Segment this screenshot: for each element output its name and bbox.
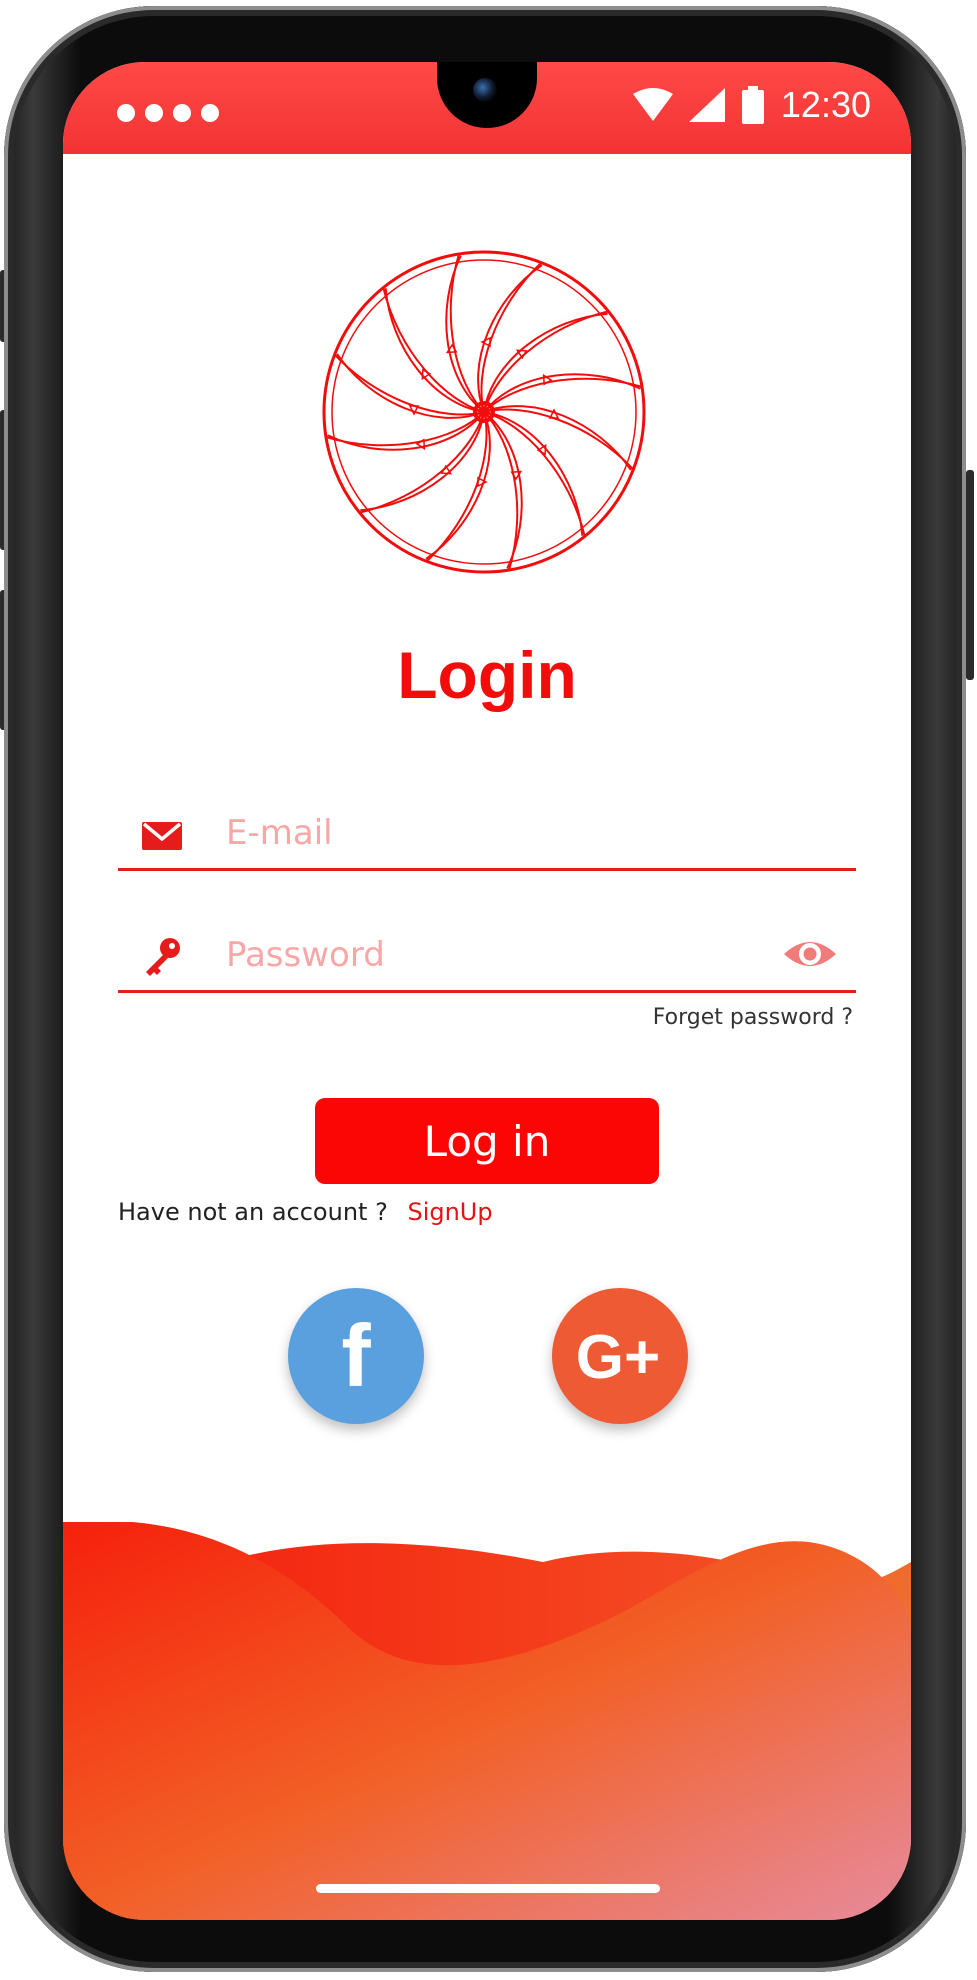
device-mockup: 12:30 Login E-mail Forget password ? Log… bbox=[0, 0, 977, 1980]
decorative-waves bbox=[63, 1522, 911, 1920]
front-camera bbox=[473, 78, 497, 102]
signup-link[interactable]: SignUp bbox=[407, 1198, 492, 1226]
status-icons: 12:30 bbox=[632, 80, 871, 130]
cell-signal-icon bbox=[688, 88, 725, 122]
password-input[interactable] bbox=[224, 926, 768, 984]
signup-prompt: Have not an account ? SignUp bbox=[118, 1198, 493, 1226]
logo-spiral-arm bbox=[324, 411, 485, 451]
signal-dots-icon bbox=[117, 104, 219, 122]
no-account-text: Have not an account ? bbox=[118, 1198, 388, 1226]
facebook-login-button[interactable]: f bbox=[288, 1288, 424, 1424]
login-button[interactable]: Log in bbox=[315, 1098, 659, 1184]
app-screen: 12:30 Login E-mail Forget password ? Log… bbox=[63, 62, 911, 1920]
facebook-glyph: f bbox=[341, 1306, 371, 1405]
home-indicator[interactable] bbox=[316, 1884, 660, 1893]
google-plus-icon: G+ bbox=[576, 1323, 660, 1392]
status-time: 12:30 bbox=[780, 84, 871, 125]
mail-icon bbox=[142, 822, 182, 850]
email-input[interactable] bbox=[224, 804, 768, 862]
page-title: Login bbox=[397, 638, 577, 712]
facebook-icon: f bbox=[341, 1306, 371, 1405]
eye-icon[interactable] bbox=[782, 926, 838, 982]
wifi-icon bbox=[632, 88, 673, 121]
password-field-row bbox=[118, 920, 856, 993]
logo-spiral-arm bbox=[483, 373, 644, 413]
email-field-row bbox=[118, 798, 856, 871]
forgot-password-link[interactable]: Forget password ? bbox=[653, 1005, 853, 1030]
spiral-logo-icon bbox=[322, 250, 646, 574]
battery-icon bbox=[741, 86, 764, 124]
google-plus-login-button[interactable]: G+ bbox=[552, 1288, 688, 1424]
google-plus-glyph: G+ bbox=[576, 1323, 660, 1392]
logo-spiral-arm bbox=[445, 252, 485, 413]
side-button-right bbox=[966, 470, 974, 680]
logo-spiral-arm bbox=[483, 411, 523, 572]
key-icon bbox=[146, 938, 180, 976]
